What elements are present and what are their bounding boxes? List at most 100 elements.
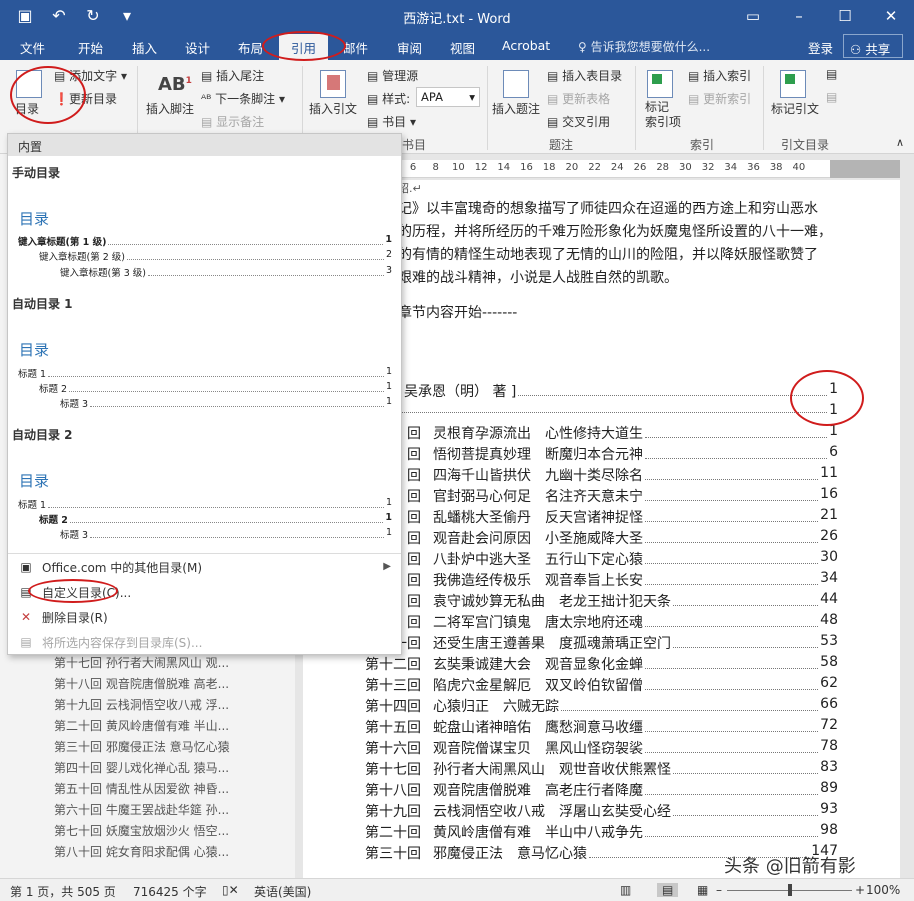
style-select[interactable]: APA ▾ <box>416 87 480 107</box>
insert-caption-icon[interactable] <box>503 70 529 98</box>
tab-mailings[interactable]: 邮件 <box>343 38 368 57</box>
nav-item[interactable]: 第二十回 黄风岭唐僧有难 半山... <box>54 717 229 734</box>
nav-item[interactable]: 第五十回 情乱性从因爱欲 神昏... <box>54 780 229 797</box>
sign-in-link[interactable]: 登录 <box>808 38 833 57</box>
show-notes-button[interactable]: ▤ 显示备注 <box>201 113 264 130</box>
tab-layout[interactable]: 布局 <box>238 38 263 57</box>
nav-item[interactable]: 第十八回 观音院唐僧脱难 高老... <box>54 675 229 692</box>
bibliography-button[interactable]: ▤ 书目 ▾ <box>367 113 416 130</box>
insert-index-button[interactable]: ▤ 插入索引 <box>688 67 751 84</box>
update-table-button[interactable]: ▤ 更新表格 <box>547 90 610 107</box>
nav-item[interactable]: 第七十回 妖魔宝放烟沙火 悟空... <box>54 822 229 839</box>
toc-entry[interactable]: 回八卦炉中逃大圣 五行山下定心猿 30 <box>363 549 838 569</box>
toc-entry[interactable]: 回灵根育孕源流出 心性修持大道生 1 <box>363 423 838 443</box>
mark-entry-button[interactable]: 标记 索引项 <box>645 100 681 130</box>
insert-footnote-button[interactable]: 插入脚注 <box>146 100 194 117</box>
nav-item[interactable]: 第八十回 姹女育阳求配偶 心猿... <box>54 843 229 860</box>
toc-entry[interactable]: 回乱蟠桃大圣偷丹 反天宫诸神捉怪 21 <box>363 507 838 527</box>
proofing-icon[interactable]: ▯✕ <box>222 883 239 897</box>
zoom-in-icon[interactable]: + <box>855 883 865 897</box>
insert-endnote-button[interactable]: ▤ 插入尾注 <box>201 67 264 84</box>
tab-references[interactable]: 引用 <box>279 34 329 60</box>
close-icon[interactable]: ✕ <box>868 0 914 32</box>
next-footnote-icon: ᴬᴮ <box>201 92 216 106</box>
tab-insert[interactable]: 插入 <box>132 38 157 57</box>
toc-entry[interactable]: 第十九回 云栈洞悟空收八戒 浮屠山玄奘受心经 93 <box>363 801 838 821</box>
nav-item[interactable]: 第十七回 孙行者大闹黑风山 观... <box>54 654 229 671</box>
toc-entry[interactable]: 第十七回 孙行者大闹黑风山 观世音收伏熊罴怪 83 <box>363 759 838 779</box>
toc-entry[interactable]: 一回 还受生唐王遵善果 度孤魂萧瑀正空门 53 <box>363 633 838 653</box>
ruler-tick-label: 22 <box>588 162 601 173</box>
insert-caption-button[interactable]: 插入题注 <box>492 100 540 117</box>
mark-citation-icon[interactable] <box>780 70 806 98</box>
insert-tof-button[interactable]: ▤ 插入表目录 <box>547 67 622 84</box>
mark-entry-label-2: 索引项 <box>645 115 682 129</box>
read-mode-icon[interactable]: ▥ <box>620 883 631 897</box>
manage-sources-button[interactable]: ▤ 管理源 <box>367 67 418 84</box>
word-count[interactable]: 716425 个字 <box>133 883 207 900</box>
tab-design[interactable]: 设计 <box>185 38 210 57</box>
zoom-out-icon[interactable]: – <box>716 883 722 897</box>
mark-citation-button[interactable]: 标记引文 <box>771 100 819 117</box>
nav-item[interactable]: 第四十回 婴儿戏化禅心乱 猿马... <box>54 759 229 776</box>
toc-entry[interactable]: 回四海千山皆拱伏 九幽十类尽除名 11 <box>363 465 838 485</box>
menu-custom-toc[interactable]: ▤ 自定义目录(C)... <box>18 584 131 601</box>
toc-entry[interactable]: 回观音赴会问原因 小圣施威降大圣 26 <box>363 528 838 548</box>
share-button[interactable]: ⚇ 共享 <box>843 34 903 58</box>
maximize-icon[interactable]: ☐ <box>822 0 868 32</box>
minimize-icon[interactable]: – <box>776 0 822 32</box>
tell-me-search[interactable]: ♀ 告诉我您想要做什么... <box>578 38 710 55</box>
nav-item[interactable]: 第三十回 邪魔侵正法 意马忆心猿 <box>54 738 230 755</box>
toc-entry[interactable]: 第十五回 蛇盘山诸神暗佑 鹰愁涧意马收缰 72 <box>363 717 838 737</box>
toc-entry[interactable]: 回我佛造经传极乐 观音奉旨上长安 34 <box>363 570 838 590</box>
toc-entry[interactable]: 第十六回 观音院僧谋宝贝 黑风山怪窃袈裟 78 <box>363 738 838 758</box>
print-layout-icon[interactable]: ▤ <box>657 883 679 897</box>
toc-entry[interactable]: 第十三回 陷虎穴金星解厄 双叉岭伯钦留僧 62 <box>363 675 838 695</box>
zoom-slider-thumb[interactable] <box>787 884 792 896</box>
tab-review[interactable]: 审阅 <box>397 38 422 57</box>
tab-view[interactable]: 视图 <box>450 38 475 57</box>
toc-entry[interactable]: 第十二回 玄奘秉诚建大会 观音显象化金蝉 58 <box>363 654 838 674</box>
next-footnote-button[interactable]: ᴬᴮ 下一条脚注 ▾ <box>201 90 285 107</box>
menu-remove-toc[interactable]: ✕ 删除目录(R) <box>18 609 108 626</box>
toc-entry[interactable]: 第十四回 心猿归正 六贼无踪 66 <box>363 696 838 716</box>
insert-citation-icon[interactable] <box>320 70 346 98</box>
gallery-toc-row-page: 1 <box>385 381 392 392</box>
web-layout-icon[interactable]: ▦ <box>697 883 708 897</box>
nav-item[interactable]: 第十九回 云栈洞悟空收八戒 浮... <box>54 696 229 713</box>
update-toa-icon[interactable]: ▤ <box>826 90 837 104</box>
add-text-button[interactable]: ▤ 添加文字 ▾ <box>54 67 127 84</box>
tab-file[interactable]: 文件 <box>20 38 45 57</box>
update-toc-button[interactable]: ❗更新目录 <box>54 90 117 107</box>
collapse-ribbon-icon[interactable]: ∧ <box>896 136 904 149</box>
tab-acrobat[interactable]: Acrobat <box>502 38 550 53</box>
toc-button[interactable]: 目录 <box>15 100 39 117</box>
nav-item[interactable]: 第六十回 牛魔王罢战赴华筵 孙... <box>54 801 229 818</box>
mark-entry-icon[interactable] <box>647 70 673 98</box>
toc-entry[interactable]: 回袁守诚妙算无私曲 老龙王拙计犯天条 44 <box>363 591 838 611</box>
group-label-authorities: 引文目录 <box>781 138 830 152</box>
tab-home[interactable]: 开始 <box>78 38 103 57</box>
zoom-level[interactable]: 100% <box>866 883 900 897</box>
insert-citation-button[interactable]: 插入引文 <box>309 100 357 117</box>
chapter-start-line: 章节内容开始------- <box>398 305 518 321</box>
ruler-tick-label: 26 <box>633 162 647 173</box>
ruler-tick-label: 24 <box>610 162 624 173</box>
page-count[interactable]: 第 1 页，共 505 页 <box>10 883 116 900</box>
menu-office-more[interactable]: ▣ Office.com 中的其他目录(M) <box>18 559 202 576</box>
insert-toa-icon[interactable]: ▤ <box>826 67 837 81</box>
language[interactable]: 英语(美国) <box>254 883 311 900</box>
toc-entry[interactable]: 回二将军宫门镇鬼 唐太宗地府还魂 48 <box>363 612 838 632</box>
cross-reference-button[interactable]: ▤ 交叉引用 <box>547 113 610 130</box>
menu-label: Office.com 中的其他目录(M) <box>42 561 203 575</box>
toc-entry[interactable]: 第二十回 黄风岭唐僧有难 半山中八戒争先 98 <box>363 822 838 842</box>
toc-entry-title: 心猿归正 六贼无踪 <box>433 699 559 715</box>
toc-entry[interactable]: 第十八回 观音院唐僧脱难 高老庄行者降魔 89 <box>363 780 838 800</box>
menu-save-selection[interactable]: ▤ 将所选内容保存到目录库(S)... <box>18 634 202 651</box>
toc-icon[interactable] <box>16 70 42 98</box>
toc-entry[interactable]: 回悟彻菩提真妙理 断魔归本合元神 6 <box>363 444 838 464</box>
ribbon-display-icon[interactable]: ▭ <box>730 0 776 32</box>
insert-footnote-icon[interactable]: AB1 <box>158 74 192 95</box>
update-index-button[interactable]: ▤ 更新索引 <box>688 90 751 107</box>
toc-entry[interactable]: 回官封弼马心何足 名注齐天意未宁 16 <box>363 486 838 506</box>
